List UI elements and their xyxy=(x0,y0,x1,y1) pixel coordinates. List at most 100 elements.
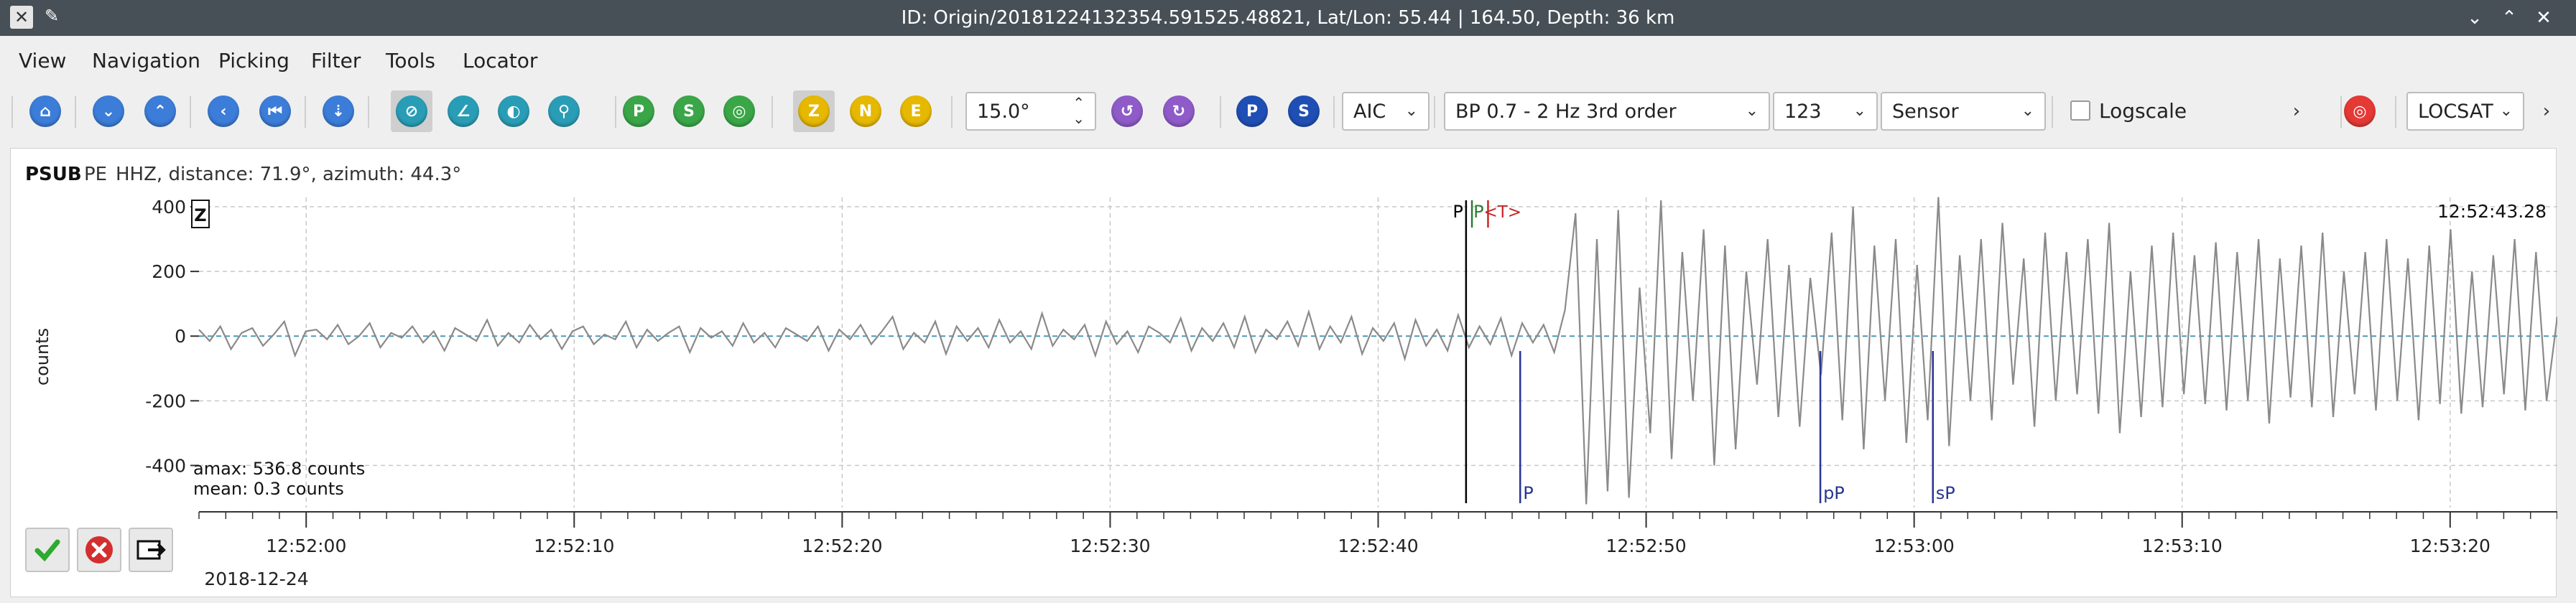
spectrum-icon: ◐ xyxy=(498,95,529,127)
toolbar-separator xyxy=(615,96,616,128)
component-e-button[interactable]: E xyxy=(895,90,937,132)
pick-marker-label: <T> xyxy=(1483,203,1521,222)
reject-button[interactable] xyxy=(77,528,121,572)
skip-icon: ⏮ xyxy=(259,95,291,127)
component-z-button[interactable]: Z xyxy=(793,90,835,132)
accept-button[interactable] xyxy=(25,528,70,572)
spectrum-button[interactable]: ◐ xyxy=(493,90,534,132)
chevron-up-icon: ⌃ xyxy=(144,95,176,127)
locator-value: LOCSAT xyxy=(2418,100,2493,123)
toolbar-separator xyxy=(1220,96,1221,128)
scale-icon: ⇣ xyxy=(323,95,354,127)
pick-s-button[interactable]: S xyxy=(668,90,710,132)
toolbar-separator xyxy=(2052,96,2053,128)
amax-label: amax: 536.8 counts xyxy=(193,459,365,479)
menu-filter[interactable]: Filter xyxy=(311,49,361,73)
scroll-up-button[interactable]: ⌃ xyxy=(139,90,181,132)
component-n-label: N xyxy=(850,95,881,127)
station-label: PSUB xyxy=(25,164,82,185)
picker-value: AIC xyxy=(1353,100,1386,123)
menu-view[interactable]: View xyxy=(19,49,66,73)
angle-spinbox[interactable]: 15.0° ⌃ ⌄ xyxy=(965,92,1096,131)
pick-p-icon: P xyxy=(623,95,654,127)
channel-value: 123 xyxy=(1784,100,1822,123)
spin-arrows-icon[interactable]: ⌃ ⌄ xyxy=(1072,95,1085,126)
toolbar-separator xyxy=(305,96,306,128)
y-tick-label: -400 xyxy=(145,455,186,476)
component-z-label: Z xyxy=(798,95,830,127)
scale-button[interactable]: ⇣ xyxy=(318,90,359,132)
chevron-right-icon[interactable]: › xyxy=(2283,98,2310,125)
unit-select[interactable]: Sensor ⌄ xyxy=(1881,92,2046,131)
toolbar-separator xyxy=(190,96,191,128)
align-button[interactable]: ⊘ xyxy=(391,90,432,132)
menu-picking[interactable]: Picking xyxy=(218,49,289,73)
phase-s-button[interactable]: S xyxy=(1283,90,1325,132)
rotate-icon: ∠ xyxy=(448,95,479,127)
pick-p-button[interactable]: P xyxy=(618,90,659,132)
phase-s-label: S xyxy=(1288,95,1320,127)
y-axis-label: counts xyxy=(32,328,52,385)
y-axis: 400 200 0 -200 -400 xyxy=(145,197,199,476)
minimize-icon[interactable]: ⌄ xyxy=(2461,4,2488,32)
maximize-icon[interactable]: ⌃ xyxy=(2496,4,2523,32)
y-tick-label: 200 xyxy=(152,261,186,282)
channel-select[interactable]: 123 ⌄ xyxy=(1773,92,1878,131)
home-icon: ⌂ xyxy=(29,95,61,127)
x-tick-label: 12:53:10 xyxy=(2142,536,2223,556)
trace-panel: PSUB PE HHZ, distance: 71.9°, azimuth: 4… xyxy=(10,148,2557,597)
window-titlebar: ✕ ✎ ID: Origin/20181224132354.591525.488… xyxy=(0,0,2576,36)
menu-tools[interactable]: Tools xyxy=(386,49,435,73)
component-n-button[interactable]: N xyxy=(845,90,886,132)
rotate-right-button[interactable]: ↻ xyxy=(1158,90,1200,132)
toolbar-separator xyxy=(772,96,773,128)
chevron-down-icon: ⌄ xyxy=(93,95,124,127)
scroll-left-button[interactable]: ‹ xyxy=(203,90,244,132)
particle-motion-icon: ⚲ xyxy=(548,95,580,127)
menu-navigation[interactable]: Navigation xyxy=(92,49,200,73)
unit-value: Sensor xyxy=(1892,100,1959,123)
x-tick-label: 12:53:00 xyxy=(1873,536,1954,556)
chevron-down-icon: ⌄ xyxy=(1853,102,1866,120)
time-axis: 12:52:00 12:52:10 12:52:20 12:52:30 12:52:40… xyxy=(198,512,2557,556)
x-tick-label: 12:52:30 xyxy=(1070,536,1150,556)
component-e-label: E xyxy=(900,95,932,127)
window-title: ID: Origin/20181224132354.591525.48821, … xyxy=(901,7,1675,29)
network-label: PE xyxy=(84,164,107,185)
commit-button[interactable] xyxy=(129,528,173,572)
home-button[interactable]: ⌂ xyxy=(24,90,66,132)
logscale-checkbox[interactable] xyxy=(2070,100,2090,121)
skip-button[interactable]: ⏮ xyxy=(254,90,296,132)
phase-p-button[interactable]: P xyxy=(1231,90,1273,132)
particle-motion-button[interactable]: ⚲ xyxy=(543,90,585,132)
toolbar-separator xyxy=(75,96,76,128)
close-icon[interactable]: ✕ xyxy=(2530,4,2557,32)
pick-marker-label: P xyxy=(1473,202,1483,222)
x-tick-label: 12:52:40 xyxy=(1338,536,1418,556)
seismogram-plot[interactable]: PSUB PE HHZ, distance: 71.9°, azimuth: 4… xyxy=(11,149,2557,598)
pick-s-icon: S xyxy=(673,95,705,127)
target-icon: ◎ xyxy=(2344,95,2376,127)
filter-select[interactable]: BP 0.7 - 2 Hz 3rd order ⌄ xyxy=(1444,92,1770,131)
export-icon xyxy=(136,540,166,560)
chevron-down-icon: ⌄ xyxy=(1745,102,1759,120)
chevron-right-icon[interactable]: › xyxy=(2533,98,2560,125)
pick-auto-button[interactable]: ◎ xyxy=(718,90,760,132)
menu-locator[interactable]: Locator xyxy=(463,49,537,73)
scroll-down-button[interactable]: ⌄ xyxy=(88,90,129,132)
toolbar-separator xyxy=(368,96,369,128)
locate-button[interactable]: ◎ xyxy=(2339,90,2381,132)
picker-select[interactable]: AIC ⌄ xyxy=(1342,92,1430,131)
chevron-down-icon: ⌄ xyxy=(2499,102,2513,120)
y-tick-label: -200 xyxy=(145,391,186,411)
rotate-button[interactable]: ∠ xyxy=(443,90,484,132)
menubar: View Navigation Picking Filter Tools Loc… xyxy=(0,36,2576,86)
rotate-left-button[interactable]: ↺ xyxy=(1106,90,1148,132)
phase-p-label: P xyxy=(1236,95,1268,127)
x-tick-label: 12:52:10 xyxy=(534,536,614,556)
pick-marker-label: sP xyxy=(1936,483,1955,503)
locator-select[interactable]: LOCSAT ⌄ xyxy=(2406,92,2524,131)
chevron-down-icon: ⌄ xyxy=(1404,102,1418,120)
toolbar-separator xyxy=(951,96,953,128)
align-icon: ⊘ xyxy=(396,95,427,127)
